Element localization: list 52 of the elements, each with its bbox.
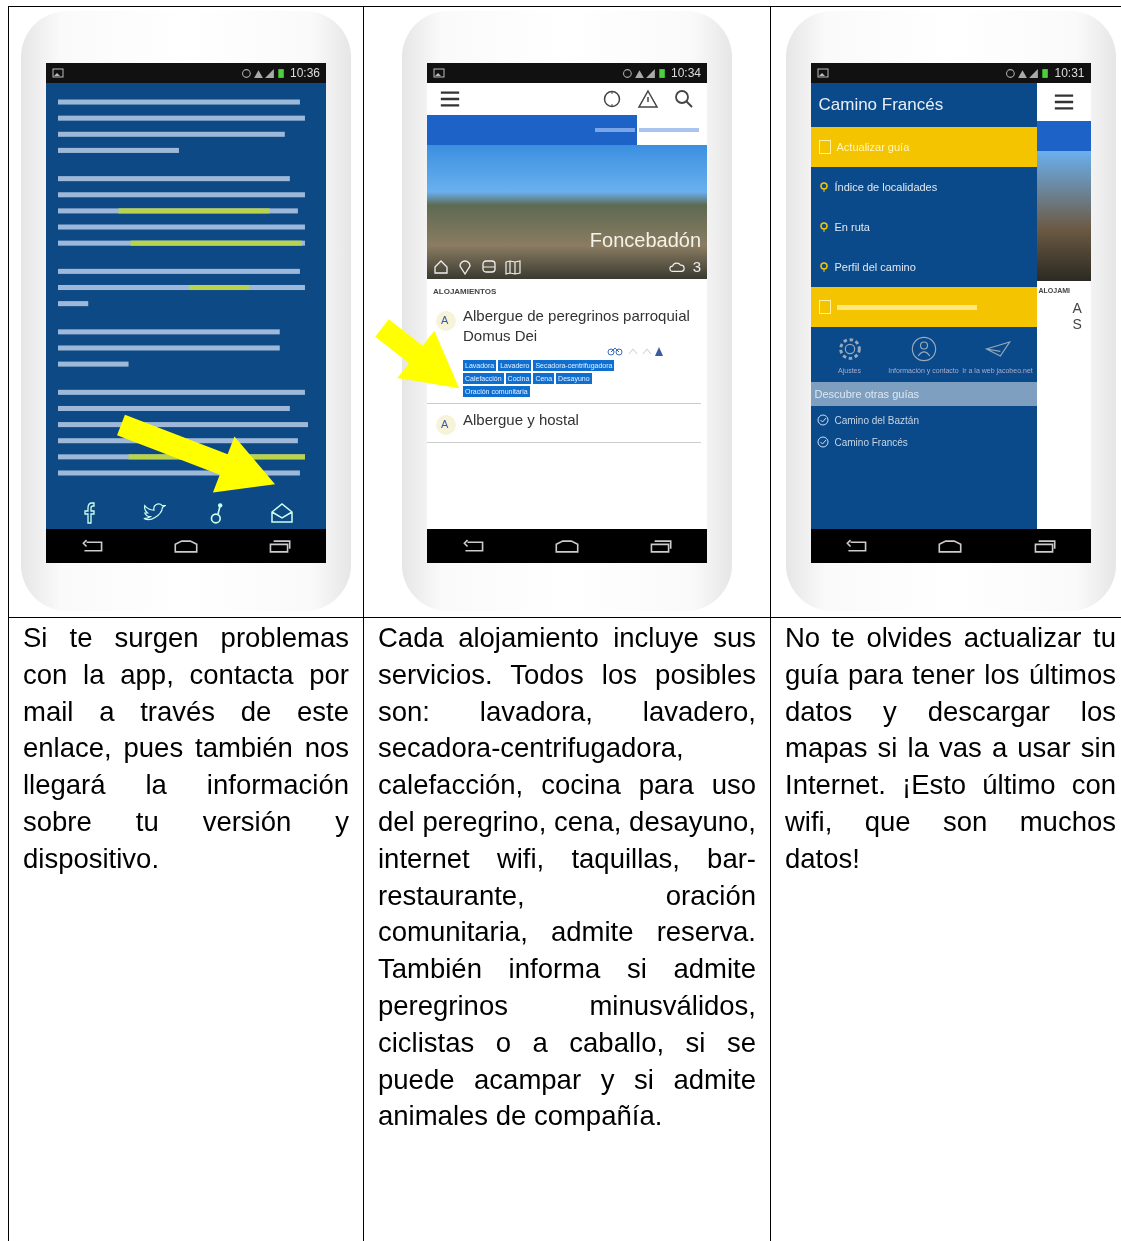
image-icon <box>433 68 445 78</box>
caption-text: Si te surgen problemas con la app, contacta por mail a través de este enlace, pues también nos llegará la información sobre tu versión y dispositivo. <box>23 621 349 876</box>
guide-item[interactable]: Camino Francés <box>810 428 1037 450</box>
house-icon[interactable] <box>433 258 449 275</box>
menu-item[interactable]: Perfil del camino <box>810 247 1037 287</box>
guide-item[interactable]: Camino del Baztán <box>810 406 1037 428</box>
status-time: 10:36 <box>289 66 320 80</box>
guides-heading: Descubre otras guías <box>810 382 1037 406</box>
image-icon <box>816 68 829 78</box>
bus-icon[interactable] <box>481 258 497 275</box>
lodging-name: A <box>1071 300 1083 316</box>
hostel-icon <box>435 310 457 332</box>
caption-text: No te olvides actualizar tu guía para tener los últimos datos y descargar los mapas si la vas a usar sin Internet. ¡Esto último con wifi, que son muchos datos! <box>785 621 1116 876</box>
search-icon[interactable] <box>673 89 695 109</box>
place-name: Foncebadón <box>589 229 701 252</box>
signal-battery-icon <box>622 67 667 79</box>
home-icon[interactable] <box>173 538 199 554</box>
lodging-name[interactable]: Albergue y hostal <box>463 410 695 430</box>
signal-battery-icon <box>1006 67 1051 79</box>
home-icon[interactable] <box>937 538 964 554</box>
marker-icon <box>818 181 829 193</box>
caption-text: Cada alojamiento incluye sus servicios. Todos los posibles son: lavadora, lavadero, secadora-centrifugadora, calefacción, cocina para uso del peregrino, cena, desayuno, internet wifi, taquillas, bar-restaurante, oración comunitaria, admite reserva. También informa si admite peregrinos minusválidos, ciclistas o a caballo, si se puede acampar y si admite animales de compañía. <box>378 621 756 1134</box>
marker-icon <box>818 221 829 233</box>
square-icon <box>818 140 831 154</box>
compass-icon[interactable] <box>601 89 623 109</box>
menu-icon[interactable] <box>439 89 461 109</box>
home-icon[interactable] <box>554 538 580 554</box>
lodging-name: S <box>1071 316 1083 332</box>
menu-item[interactable]: Índice de localidades <box>810 167 1037 207</box>
drawer-title: Camino Francés <box>817 94 945 116</box>
signal-battery-icon <box>241 67 286 79</box>
map-icon[interactable] <box>505 258 521 275</box>
section-heading: ALOJAMIENTOS <box>432 286 498 298</box>
check-circle-icon <box>816 414 829 426</box>
warning-icon[interactable] <box>637 89 659 109</box>
person-icon <box>909 335 938 363</box>
status-time: 10:31 <box>1054 66 1085 80</box>
distance-bar <box>1036 121 1091 151</box>
menu-icon[interactable] <box>1052 92 1075 112</box>
hostel-icon <box>435 414 457 436</box>
hostel-letter: A <box>441 314 449 326</box>
square-icon <box>818 300 831 314</box>
menu-item[interactable]: En ruta <box>810 207 1037 247</box>
status-time: 10:34 <box>670 66 701 80</box>
hostel-letter: A <box>441 418 449 430</box>
check-circle-icon <box>816 436 829 448</box>
image-icon <box>52 68 64 78</box>
marker-icon <box>818 261 829 273</box>
lodging-name[interactable]: Albergue de peregrinos parroquial Domus Dei <box>463 306 695 345</box>
temperature: 3 <box>692 258 701 275</box>
location-pin-icon[interactable] <box>457 258 473 275</box>
envelope-icon[interactable] <box>270 501 294 525</box>
